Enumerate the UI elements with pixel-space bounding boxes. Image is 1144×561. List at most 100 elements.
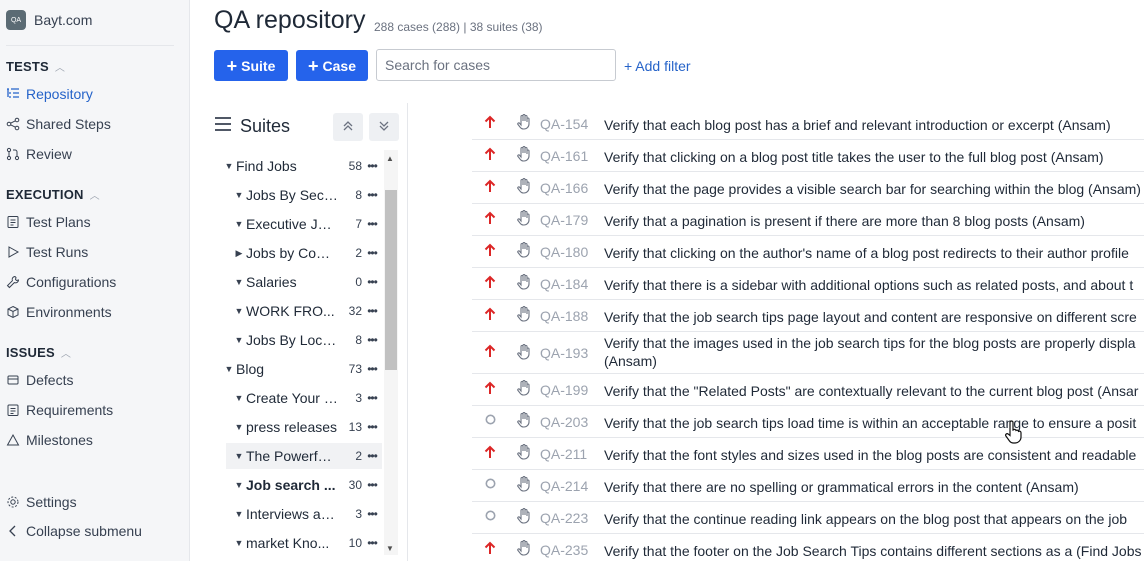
sidebar-item-shared-steps[interactable]: Shared Steps	[6, 116, 111, 132]
suite-item[interactable]: ▼ Interviews an... 3 •••	[222, 501, 382, 527]
sidebar-item-environments[interactable]: Environments	[6, 304, 112, 320]
case-row[interactable]: QA-193 Verify that the images used in the…	[472, 332, 1144, 374]
suite-count: 7	[355, 217, 362, 231]
case-row[interactable]: QA-166 Verify that the page provides a vi…	[472, 172, 1144, 204]
more-icon[interactable]: •••	[362, 275, 382, 289]
sidebar-item-repository[interactable]: Repository	[6, 86, 93, 102]
suite-item[interactable]: ▶ Jobs by Com... 2 •••	[222, 240, 382, 266]
case-row[interactable]: QA-211 Verify that the font styles and si…	[472, 438, 1144, 470]
caret-down-icon[interactable]: ▼	[232, 306, 246, 316]
case-id: QA-188	[540, 308, 589, 324]
execution-section-heading[interactable]: EXECUTION ︿	[6, 187, 100, 202]
hand-manual-icon	[508, 268, 540, 293]
more-icon[interactable]: •••	[362, 449, 382, 463]
suite-item[interactable]: ▼ Blog 73 •••	[222, 356, 382, 382]
more-icon[interactable]: •••	[362, 507, 382, 521]
caret-down-icon[interactable]: ▼	[232, 480, 246, 490]
suite-count: 58	[348, 159, 362, 173]
case-row[interactable]: QA-188 Verify that the job search tips pa…	[472, 300, 1144, 332]
sidebar-item-test-plans[interactable]: Test Plans	[6, 214, 91, 230]
suite-item[interactable]: ▼ Jobs By Sector 8 •••	[222, 182, 382, 208]
suite-item[interactable]: ▼ Executive Jobs 7 •••	[222, 211, 382, 237]
suite-item[interactable]: ▼ Find Jobs 58 •••	[222, 153, 382, 179]
more-icon[interactable]: •••	[362, 420, 382, 434]
priority-low-circle-icon	[472, 502, 508, 524]
more-icon[interactable]: •••	[362, 391, 382, 405]
caret-down-icon[interactable]: ▼	[222, 364, 236, 374]
sidebar-item-test-runs[interactable]: Test Runs	[6, 244, 88, 260]
caret-down-icon[interactable]: ▼	[232, 422, 246, 432]
case-row[interactable]: QA-180 Verify that clicking on the author…	[472, 236, 1144, 268]
issues-section-heading[interactable]: ISSUES ︿	[6, 345, 71, 360]
more-icon[interactable]: •••	[362, 362, 382, 376]
priority-high-arrow-icon	[472, 332, 508, 362]
suites-scrollbar-thumb[interactable]	[385, 190, 397, 370]
add-case-button[interactable]: + Case	[296, 50, 368, 81]
chevron-up-icon: ︿	[60, 349, 72, 360]
case-title: Verify that there are no spelling or gra…	[604, 479, 1079, 495]
expand-all-button[interactable]	[369, 113, 399, 141]
suite-item[interactable]: ▼ Create Your CV 3 •••	[222, 385, 382, 411]
suite-label: Jobs By Sector	[246, 187, 338, 203]
case-row[interactable]: QA-184 Verify that there is a sidebar wit…	[472, 268, 1144, 300]
case-row[interactable]: QA-161 Verify that clicking on a blog pos…	[472, 140, 1144, 172]
caret-down-icon[interactable]: ▼	[232, 451, 246, 461]
more-icon[interactable]: •••	[362, 159, 382, 173]
suite-item[interactable]: ▼ The Powerful... 2 •••	[226, 443, 382, 469]
hand-manual-icon	[508, 374, 540, 399]
more-icon[interactable]: •••	[362, 478, 382, 492]
caret-down-icon[interactable]: ▼	[222, 161, 236, 171]
suite-count: 3	[355, 507, 362, 521]
more-icon[interactable]: •••	[362, 304, 382, 318]
more-icon[interactable]: •••	[362, 333, 382, 347]
menu-icon[interactable]	[214, 116, 232, 137]
scroll-up-arrow-icon[interactable]: ▲	[386, 154, 394, 163]
caret-down-icon[interactable]: ▼	[232, 393, 246, 403]
suite-item[interactable]: ▼ Jobs By Loca... 8 •••	[222, 327, 382, 353]
more-icon[interactable]: •••	[362, 536, 382, 550]
suite-item[interactable]: ▼ Job search ... 30 •••	[222, 472, 382, 498]
case-row[interactable]: QA-154 Verify that each blog post has a b…	[472, 108, 1144, 140]
suite-item[interactable]: ▼ press releases 13 •••	[222, 414, 382, 440]
case-row[interactable]: QA-203 Verify that the job search tips lo…	[472, 406, 1144, 438]
case-row[interactable]: QA-179 Verify that a pagination is presen…	[472, 204, 1144, 236]
suites-title-label: Suites	[240, 116, 291, 136]
case-row[interactable]: QA-235 Verify that the footer on the Job …	[472, 534, 1144, 561]
collapse-submenu-button[interactable]: Collapse submenu	[6, 523, 142, 539]
suite-item[interactable]: ▼ market Kno... 10 •••	[222, 530, 382, 556]
sidebar-item-settings[interactable]: Settings	[6, 494, 77, 510]
caret-down-icon[interactable]: ▼	[232, 335, 246, 345]
hand-manual-icon	[508, 438, 540, 463]
case-row[interactable]: QA-199 Verify that the "Related Posts" ar…	[472, 374, 1144, 406]
brand[interactable]: QA Bayt.com	[6, 10, 92, 30]
more-icon[interactable]: •••	[362, 188, 382, 202]
caret-right-icon[interactable]: ▶	[232, 248, 246, 259]
tests-section-heading[interactable]: TESTS ︿	[6, 59, 65, 74]
case-id: QA-199	[540, 382, 589, 398]
hand-manual-icon	[508, 502, 540, 527]
search-input[interactable]	[376, 49, 616, 81]
priority-high-arrow-icon	[472, 534, 508, 559]
add-suite-button[interactable]: + Suite	[214, 50, 288, 81]
caret-down-icon[interactable]: ▼	[232, 509, 246, 519]
sidebar-item-configurations[interactable]: Configurations	[6, 274, 116, 290]
case-row[interactable]: QA-214 Verify that there are no spelling …	[472, 470, 1144, 502]
caret-down-icon[interactable]: ▼	[232, 277, 246, 287]
scroll-down-arrow-icon[interactable]: ▼	[386, 544, 394, 553]
sidebar-item-requirements[interactable]: Requirements	[6, 402, 113, 418]
case-row[interactable]: QA-223 Verify that the continue reading l…	[472, 502, 1144, 534]
caret-down-icon[interactable]: ▼	[232, 538, 246, 548]
suite-label: The Powerful...	[246, 448, 338, 464]
collapse-all-button[interactable]	[333, 113, 363, 141]
sidebar-item-milestones[interactable]: Milestones	[6, 432, 93, 448]
suite-item[interactable]: ▼ Salaries 0 •••	[222, 269, 382, 295]
add-filter-link[interactable]: + Add filter	[624, 58, 691, 74]
caret-down-icon[interactable]: ▼	[232, 190, 246, 200]
caret-down-icon[interactable]: ▼	[232, 219, 246, 229]
more-icon[interactable]: •••	[362, 217, 382, 231]
sidebar-item-review[interactable]: Review	[6, 146, 72, 162]
sidebar-item-defects[interactable]: Defects	[6, 372, 73, 388]
suite-item[interactable]: ▼ WORK FRO... 32 •••	[222, 298, 382, 324]
sidebar-item-label: Environments	[26, 304, 112, 320]
more-icon[interactable]: •••	[362, 246, 382, 260]
